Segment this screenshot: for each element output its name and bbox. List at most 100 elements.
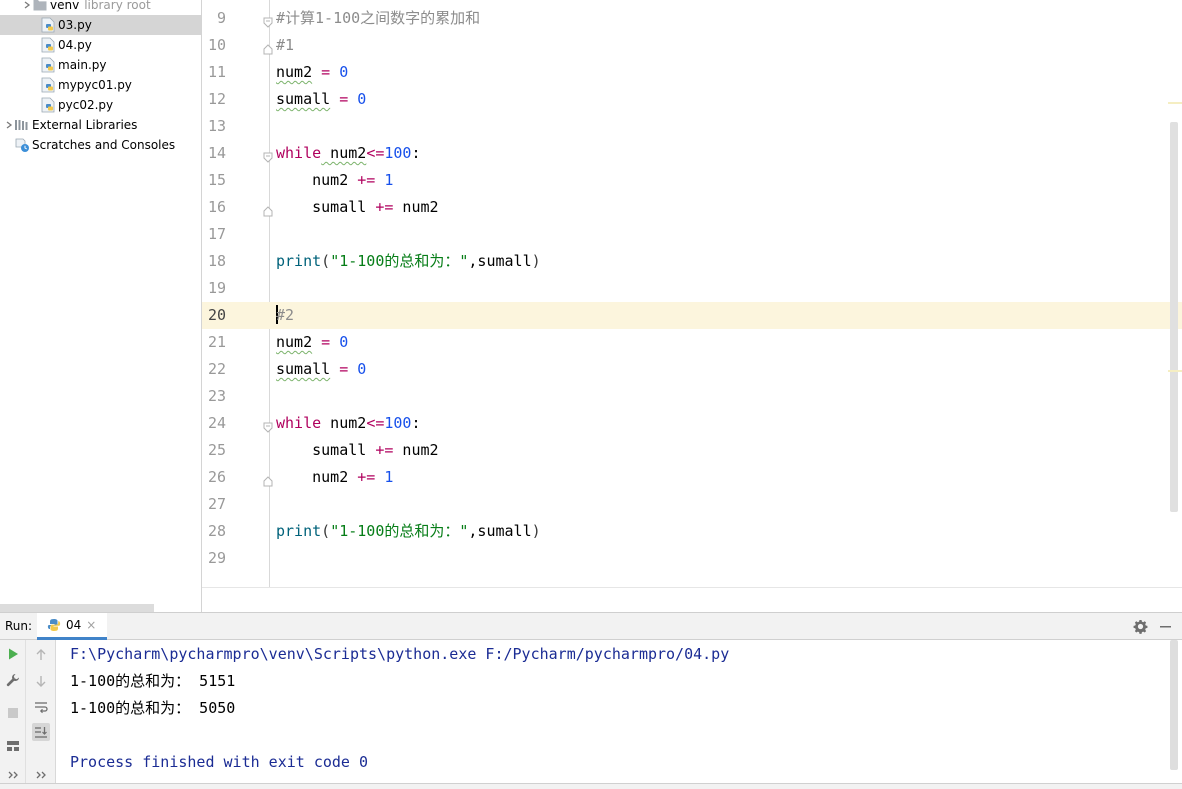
line-number: 27 xyxy=(207,495,226,513)
code-line[interactable]: 11 num2 = 0 xyxy=(202,59,1182,86)
code-line[interactable]: 16 sumall += num2 xyxy=(202,194,1182,221)
code-token: num2 xyxy=(276,63,313,81)
code-line[interactable]: 10 #1 xyxy=(202,32,1182,59)
python-icon xyxy=(47,618,61,632)
rerun-icon[interactable] xyxy=(4,645,22,663)
editor-horizontal-scrollbar[interactable] xyxy=(202,587,1182,612)
run-tab-04[interactable]: 04 × xyxy=(37,613,107,640)
code-text: sumall = 0 xyxy=(276,86,366,113)
fold-end-icon[interactable] xyxy=(263,202,273,217)
project-tree-item[interactable]: 03.py xyxy=(0,15,201,35)
project-tree-item-label: External Libraries xyxy=(32,118,138,132)
code-line[interactable]: 19 xyxy=(202,275,1182,302)
code-line[interactable]: 15 num2 += 1 xyxy=(202,167,1182,194)
wrench-icon[interactable] xyxy=(4,671,22,689)
code-token: print xyxy=(276,522,322,540)
code-line[interactable]: 14 while num2<=100: xyxy=(202,140,1182,167)
line-number: 22 xyxy=(207,360,226,378)
code-token: += xyxy=(375,441,394,459)
project-tree-item[interactable]: 04.py xyxy=(0,35,201,55)
chevron-right-icon[interactable] xyxy=(4,120,14,130)
up-arrow-icon[interactable] xyxy=(32,646,50,664)
project-tree-item-label: 03.py xyxy=(58,18,92,32)
project-tree-item[interactable]: main.py xyxy=(0,55,201,75)
line-number: 29 xyxy=(207,549,226,567)
error-stripe-marker[interactable] xyxy=(1168,370,1182,372)
line-number: 10 xyxy=(207,36,226,54)
error-stripe-marker[interactable] xyxy=(1168,102,1182,104)
code-text: while num2<=100: xyxy=(276,140,421,167)
chevron-right-icon[interactable] xyxy=(22,0,32,10)
code-text: #2 xyxy=(276,302,294,329)
code-line[interactable]: 26 num2 += 1 xyxy=(202,464,1182,491)
code-token: += xyxy=(357,468,376,486)
project-tree-item[interactable]: External Libraries xyxy=(0,115,201,135)
minimize-icon[interactable] xyxy=(1158,619,1173,634)
run-toolbar-primary xyxy=(0,640,26,789)
code-line[interactable]: 29 xyxy=(202,545,1182,572)
code-line[interactable]: 28 print("1-100的总和为：",sumall) xyxy=(202,518,1182,545)
code-token: #1 xyxy=(276,36,295,54)
project-tree-item[interactable]: pyc02.py xyxy=(0,95,201,115)
scratches-icon xyxy=(14,137,30,153)
code-token: 100 xyxy=(384,144,412,162)
close-tab-icon[interactable]: × xyxy=(86,618,96,632)
project-horizontal-scrollbar[interactable] xyxy=(0,604,154,612)
console-vertical-scrollbar[interactable] xyxy=(1170,640,1178,770)
project-tree-item-label: mypyc01.py xyxy=(58,78,132,92)
editor-vertical-scrollbar[interactable] xyxy=(1170,122,1178,512)
fold-toggle-icon[interactable] xyxy=(263,13,273,28)
code-line[interactable]: 13 xyxy=(202,113,1182,140)
code-text: sumall += num2 xyxy=(276,194,438,221)
code-token: ,sumall xyxy=(468,522,532,540)
code-line[interactable]: 17 xyxy=(202,221,1182,248)
code-token: sumall xyxy=(276,198,376,216)
line-number: 28 xyxy=(207,522,226,540)
stop-icon[interactable] xyxy=(4,704,22,722)
line-number: 23 xyxy=(207,387,226,405)
code-line[interactable]: 9 #计算1-100之间数字的累加和 xyxy=(202,5,1182,32)
code-token: 0 xyxy=(339,333,349,351)
python-file-icon xyxy=(40,17,56,33)
gear-icon[interactable] xyxy=(1133,619,1148,634)
code-line[interactable]: 27 xyxy=(202,491,1182,518)
more-icon[interactable] xyxy=(32,766,50,784)
code-line[interactable]: 20 #2 xyxy=(202,302,1182,329)
more-icon[interactable] xyxy=(4,766,22,784)
run-tab-label: 04 xyxy=(66,618,82,632)
soft-wrap-icon[interactable] xyxy=(32,698,50,716)
scroll-to-end-icon[interactable] xyxy=(32,723,50,741)
code-line[interactable]: 12 sumall = 0 xyxy=(202,86,1182,113)
run-console-output[interactable]: F:\Pycharm\pycharmpro\venv\Scripts\pytho… xyxy=(56,640,1182,789)
fold-toggle-icon[interactable] xyxy=(263,418,273,433)
code-line[interactable]: 21 num2 = 0 xyxy=(202,329,1182,356)
run-label: Run: xyxy=(5,619,33,633)
fold-end-icon[interactable] xyxy=(263,40,273,55)
code-text: num2 = 0 xyxy=(276,329,348,356)
code-text: print("1-100的总和为：",sumall) xyxy=(276,518,541,545)
code-editor[interactable]: 9 #计算1-100之间数字的累加和 10 #1 11 num2 = 0 12 sumall … xyxy=(202,0,1182,612)
code-line[interactable]: 18 print("1-100的总和为：",sumall) xyxy=(202,248,1182,275)
code-token: while xyxy=(276,414,322,432)
code-token: = xyxy=(330,360,358,378)
layout-icon[interactable] xyxy=(4,737,22,755)
project-tree-item[interactable]: mypyc01.py xyxy=(0,75,201,95)
code-token: "1-100的总和为：" xyxy=(330,252,469,270)
code-token: 0 xyxy=(339,63,349,81)
code-line[interactable]: 25 sumall += num2 xyxy=(202,437,1182,464)
line-number: 14 xyxy=(207,144,226,162)
code-token: ( xyxy=(321,522,331,540)
code-line[interactable]: 23 xyxy=(202,383,1182,410)
project-tree-item[interactable]: venv library root xyxy=(0,0,201,15)
down-arrow-icon[interactable] xyxy=(32,672,50,690)
fold-toggle-icon[interactable] xyxy=(263,148,273,163)
project-tree-item[interactable]: Scratches and Consoles xyxy=(0,135,201,155)
code-line[interactable]: 22 sumall = 0 xyxy=(202,356,1182,383)
fold-end-icon[interactable] xyxy=(263,472,273,487)
line-number: 18 xyxy=(207,252,226,270)
code-line[interactable]: 24 while num2<=100: xyxy=(202,410,1182,437)
code-token: ,sumall xyxy=(468,252,532,270)
console-line[interactable]: F:\Pycharm\pycharmpro\venv\Scripts\pytho… xyxy=(70,641,729,668)
project-tree-item-label: Scratches and Consoles xyxy=(32,138,176,152)
code-token: ( xyxy=(321,252,331,270)
